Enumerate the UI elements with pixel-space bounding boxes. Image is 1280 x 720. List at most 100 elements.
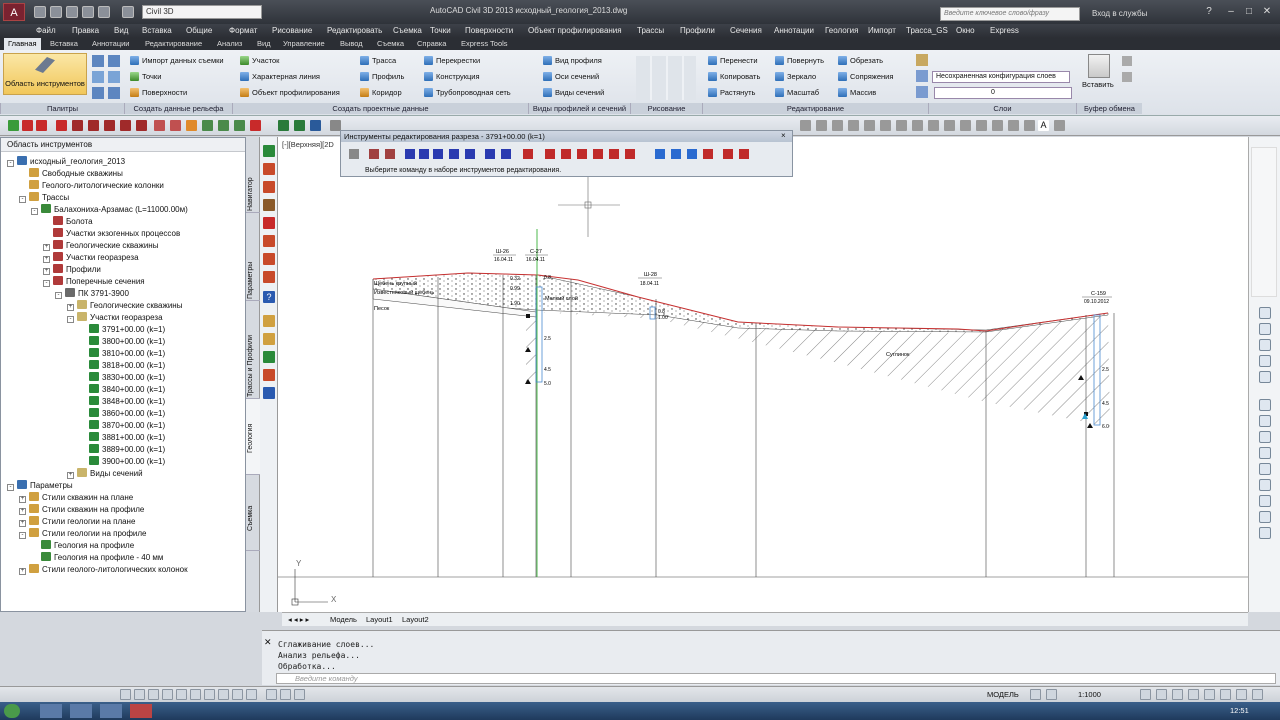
open-icon[interactable]: [50, 6, 62, 18]
palette-icon[interactable]: [92, 71, 104, 83]
tree-item[interactable]: - Поперечные сечения: [43, 276, 145, 287]
toolbar-icon[interactable]: [816, 120, 827, 131]
minimize-button[interactable]: –: [1222, 4, 1240, 20]
assembly-button[interactable]: Конструкция: [424, 72, 480, 82]
tool-icon[interactable]: [263, 253, 275, 265]
tree-item[interactable]: - Параметры: [7, 480, 73, 491]
tree-item[interactable]: - Трассы: [19, 192, 69, 203]
expand-icon[interactable]: -: [19, 532, 26, 539]
edit-tool-icon[interactable]: [723, 149, 733, 159]
edit-tool-icon[interactable]: [671, 149, 681, 159]
expand-icon[interactable]: -: [19, 196, 26, 203]
menu-item[interactable]: Объект профилирования: [528, 26, 622, 35]
undo-icon[interactable]: [98, 6, 110, 18]
annotation-scale[interactable]: 1:1000: [1078, 690, 1101, 699]
tool-icon[interactable]: [263, 387, 275, 399]
model-space-toggle[interactable]: МОДЕЛЬ: [987, 690, 1019, 699]
toolbar-icon[interactable]: [234, 120, 245, 131]
status-toggle[interactable]: [1046, 689, 1057, 700]
close-icon[interactable]: ×: [781, 131, 786, 140]
toolbar-icon[interactable]: [848, 120, 859, 131]
nav-icon[interactable]: [1259, 355, 1271, 367]
status-toggle[interactable]: [246, 689, 257, 700]
tree-item[interactable]: 3830+00.00 (k=1): [79, 372, 165, 383]
expand-icon[interactable]: -: [7, 160, 14, 167]
toolbar-icon[interactable]: [88, 120, 99, 131]
toolbar-icon[interactable]: [36, 120, 47, 131]
toolbar-icon[interactable]: [310, 120, 321, 131]
maximize-button[interactable]: □: [1240, 4, 1258, 20]
expand-icon[interactable]: +: [19, 496, 26, 503]
expand-icon[interactable]: +: [19, 508, 26, 515]
tab-help[interactable]: Справка: [417, 39, 446, 48]
nav-icon[interactable]: [1259, 371, 1271, 383]
taskbar-app[interactable]: [130, 704, 152, 718]
toolbar-icon[interactable]: [976, 120, 987, 131]
edit-tool-icon[interactable]: [545, 149, 555, 159]
workspace-dropdown[interactable]: Civil 3D: [142, 5, 262, 19]
tree-item[interactable]: 3840+00.00 (k=1): [79, 384, 165, 395]
tool-icon[interactable]: [263, 271, 275, 283]
toolbar-icon[interactable]: [250, 120, 261, 131]
zoom-icon[interactable]: [1259, 463, 1271, 475]
tab-modify[interactable]: Редактирование: [145, 39, 202, 48]
tree-item[interactable]: + Геологические скважины: [43, 240, 158, 251]
login-link[interactable]: Вход в службы: [1092, 9, 1147, 18]
toolbar-icon[interactable]: [22, 120, 33, 131]
toolbar-icon[interactable]: [928, 120, 939, 131]
status-toggle[interactable]: [1156, 689, 1167, 700]
status-toggle[interactable]: [1220, 689, 1231, 700]
status-toggle[interactable]: [134, 689, 145, 700]
status-toggle[interactable]: [280, 689, 291, 700]
tool-icon[interactable]: [263, 145, 275, 157]
toolbar-icon[interactable]: [864, 120, 875, 131]
trim-button[interactable]: Обрезать: [838, 56, 883, 66]
pencil-icon[interactable]: [916, 54, 928, 66]
tree-item[interactable]: + Геологические скважины: [67, 300, 182, 311]
toolbar-icon[interactable]: [832, 120, 843, 131]
copy-button[interactable]: Копировать: [708, 72, 760, 82]
layer-icon[interactable]: [916, 86, 928, 98]
toolbar-icon[interactable]: [294, 120, 305, 131]
tree-item[interactable]: Геология на профиле - 40 мм: [31, 552, 163, 563]
tab-survey[interactable]: Съемка: [377, 39, 404, 48]
edit-tool-icon[interactable]: [349, 149, 359, 159]
tree-item[interactable]: - Стили геологии на профиле: [19, 528, 147, 539]
menu-item[interactable]: Редактировать: [327, 26, 382, 35]
edit-tool-icon[interactable]: [655, 149, 665, 159]
tool-icon[interactable]: [263, 235, 275, 247]
tree-item[interactable]: 3889+00.00 (k=1): [79, 444, 165, 455]
tree-item[interactable]: + Стили геолого-литологических колонок: [19, 564, 188, 575]
tree-item[interactable]: + Виды сечений: [67, 468, 143, 479]
text-tool-icon[interactable]: A: [1038, 120, 1049, 131]
menu-item[interactable]: Профили: [680, 26, 715, 35]
edit-tool-icon[interactable]: [433, 149, 443, 159]
taskbar-app[interactable]: [100, 704, 122, 718]
zoom-icon[interactable]: [1259, 511, 1271, 523]
zoom-icon[interactable]: [1259, 527, 1271, 539]
edit-tool-icon[interactable]: [419, 149, 429, 159]
toolbar-icon[interactable]: [992, 120, 1003, 131]
edit-tool-icon[interactable]: [739, 149, 749, 159]
menu-item[interactable]: Трассы: [637, 26, 664, 35]
tab-model[interactable]: Модель: [330, 615, 357, 624]
status-toggle[interactable]: [176, 689, 187, 700]
toolbar-icon[interactable]: [1054, 120, 1065, 131]
tab-analyze[interactable]: Анализ: [217, 39, 242, 48]
zoom-icon[interactable]: [1259, 479, 1271, 491]
expand-icon[interactable]: +: [43, 256, 50, 263]
menu-item[interactable]: Вид: [114, 26, 128, 35]
viewport-controls[interactable]: [-][Верхняя][2D: [282, 140, 334, 149]
zoom-icon[interactable]: [1259, 495, 1271, 507]
toolbar-icon[interactable]: [912, 120, 923, 131]
status-toggle[interactable]: [1204, 689, 1215, 700]
tree-item[interactable]: 3848+00.00 (k=1): [79, 396, 165, 407]
zoom-icon[interactable]: [1259, 415, 1271, 427]
tree-item[interactable]: Участки экзогенных процессов: [43, 228, 180, 239]
menu-item[interactable]: Файл: [36, 26, 56, 35]
cut-icon[interactable]: [1122, 56, 1132, 66]
menu-item[interactable]: Общие: [186, 26, 212, 35]
tool-icon[interactable]: [263, 199, 275, 211]
edit-tool-icon[interactable]: [501, 149, 511, 159]
edit-tool-icon[interactable]: [561, 149, 571, 159]
